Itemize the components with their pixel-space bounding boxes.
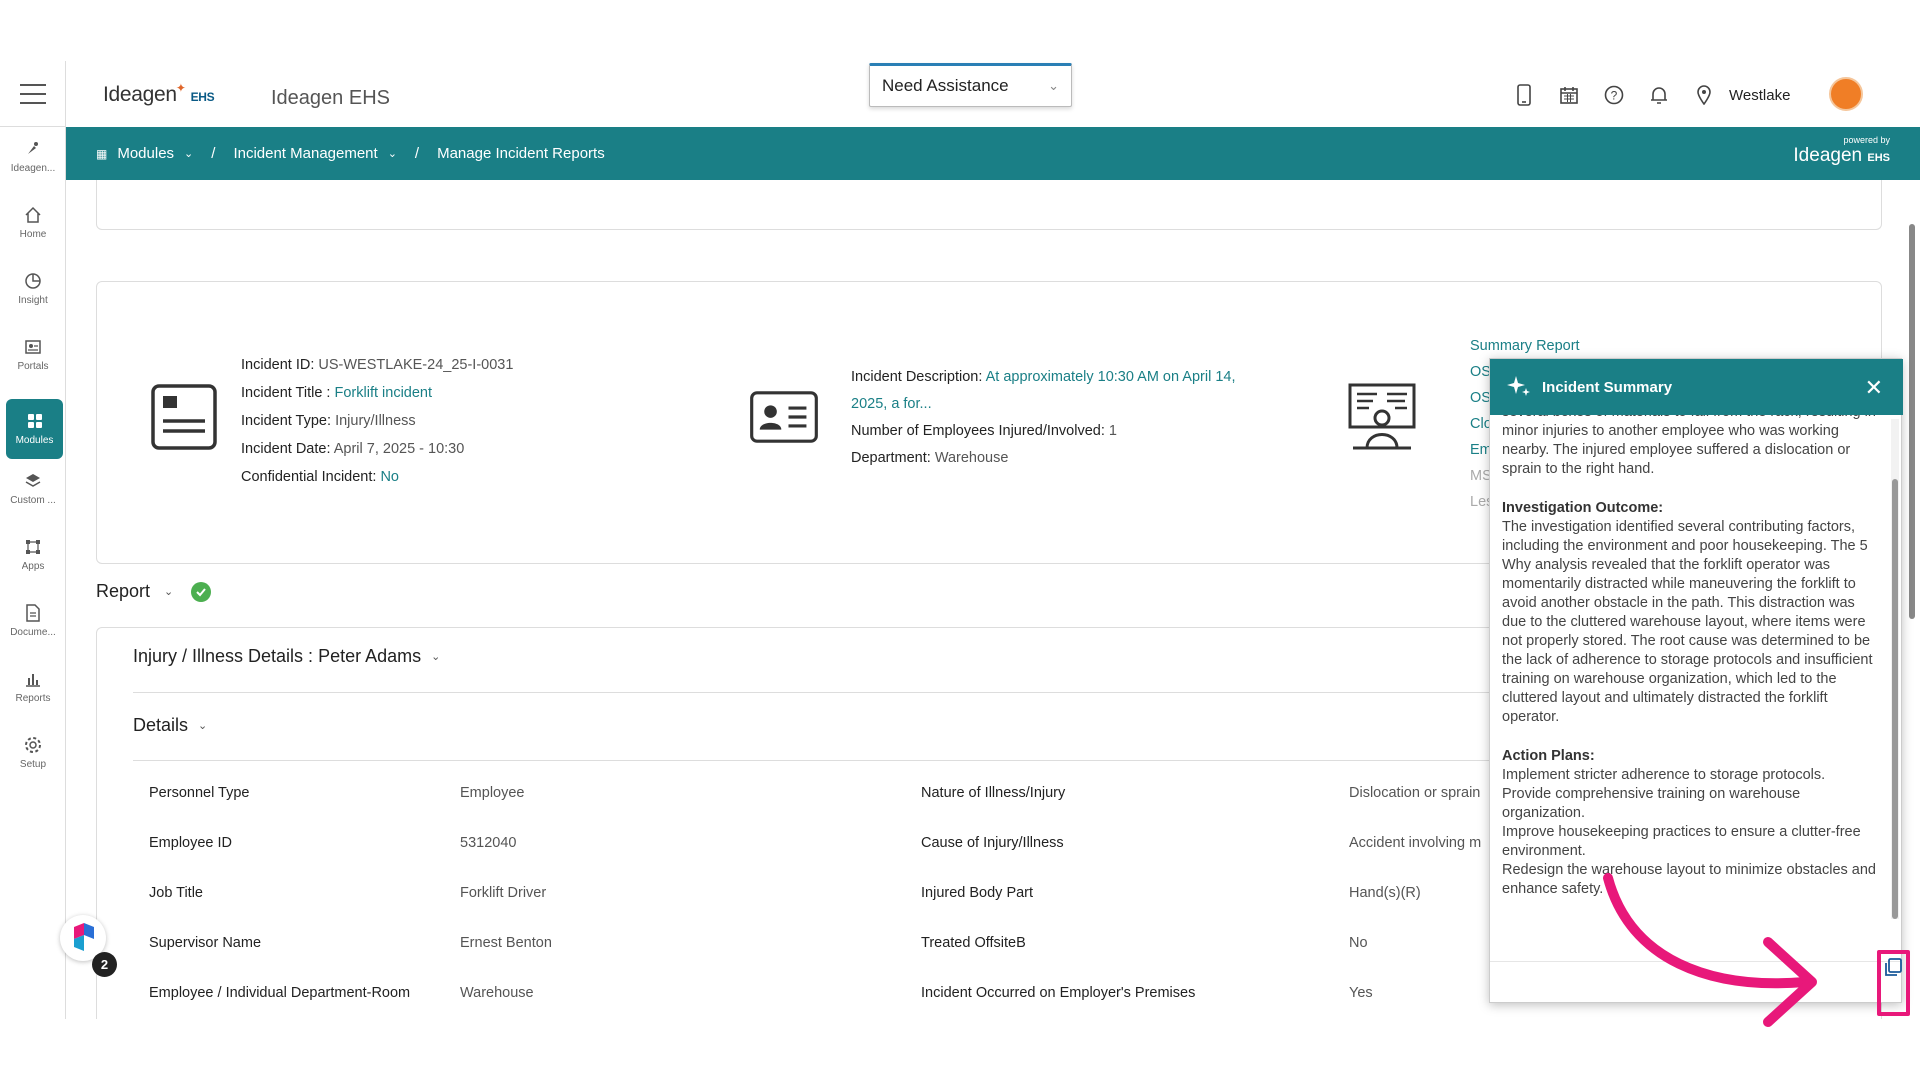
summary-intro: several boxes of materials to fall from … <box>1502 415 1876 477</box>
sidebar: Ideagen... Home Insight Portals Modules … <box>0 61 66 1019</box>
person-card-icon <box>749 382 819 452</box>
panel-scrollbar-thumb[interactable] <box>1892 479 1898 919</box>
sidebar-item-home[interactable]: Home <box>0 193 66 253</box>
panel-scrollbar[interactable] <box>1891 419 1899 919</box>
incident-info-left: Incident ID: US-WESTLAKE-24_25-I-0031 In… <box>241 357 514 485</box>
plans-heading: Action Plans: <box>1502 748 1595 764</box>
portal-icon <box>24 338 42 356</box>
mobile-icon[interactable] <box>1512 83 1536 107</box>
id-card-icon <box>149 382 219 452</box>
panel-body: several boxes of materials to fall from … <box>1502 415 1887 925</box>
list-item: Provide comprehensive training on wareho… <box>1502 786 1801 821</box>
close-icon[interactable]: ✕ <box>1865 375 1883 401</box>
bar-chart-icon <box>24 670 42 688</box>
sidebar-item-custom[interactable]: Custom ... <box>0 459 66 519</box>
incident-id: US-WESTLAKE-24_25-I-0031 <box>318 357 514 373</box>
bell-icon[interactable] <box>1647 83 1671 107</box>
details-toggle[interactable]: Details ⌄ <box>133 715 207 736</box>
app-window: { "header": { "logo_text": "Ideagen", "l… <box>0 0 1920 1080</box>
ideagen-icon <box>24 140 42 158</box>
injury-details-toggle[interactable]: Injury / Illness Details : Peter Adams ⌄ <box>133 646 440 667</box>
list-item: Improve housekeeping practices to ensure… <box>1502 824 1861 859</box>
breadcrumb-manage-incident-reports[interactable]: Manage Incident Reports <box>437 145 605 162</box>
outcome-text: The investigation identified several con… <box>1502 519 1873 725</box>
outcome-heading: Investigation Outcome: <box>1502 500 1664 516</box>
copy-icon <box>1885 958 1902 976</box>
breadcrumb-modules[interactable]: ▦ Modules ⌄ / <box>96 145 215 162</box>
breadcrumb-incident-management[interactable]: Incident Management ⌄ / <box>233 145 419 162</box>
home-icon <box>24 206 42 224</box>
document-icon <box>24 604 42 622</box>
header-actions: ? Westlake <box>1512 83 1830 107</box>
chevron-down-icon: ⌄ <box>164 586 174 598</box>
help-icon[interactable]: ? <box>1602 83 1626 107</box>
incident-title-link[interactable]: Forklift incident <box>335 385 433 401</box>
report-section-toggle[interactable]: Report ⌄ <box>96 581 212 602</box>
sidebar-item-modules[interactable]: Modules <box>6 399 63 459</box>
main-scrollbar-thumb[interactable] <box>1909 224 1915 619</box>
chevron-down-icon: ⌄ <box>387 148 397 160</box>
chevron-down-icon: ⌄ <box>431 651 441 663</box>
main-scrollbar[interactable] <box>1908 224 1916 984</box>
notification-count-badge: 2 <box>92 952 117 977</box>
check-circle-icon <box>191 581 212 602</box>
hamburger-icon <box>20 92 46 95</box>
incident-info-middle: Incident Description: At approximately 1… <box>851 369 1236 466</box>
gear-icon <box>24 736 42 754</box>
apps-icon <box>24 538 42 556</box>
incident-description-link[interactable]: At approximately 10:30 AM on April 14, <box>986 369 1236 385</box>
need-assistance-dropdown[interactable]: Need Assistance ⌄ <box>869 63 1072 107</box>
top-card <box>96 180 1882 230</box>
powered-by-logo: powered by Ideagen EHS <box>1793 135 1890 166</box>
panel-title: Incident Summary <box>1542 378 1673 396</box>
pointer-arrow <box>1603 873 1817 1027</box>
sidebar-item-ideagen[interactable]: Ideagen... <box>0 127 66 187</box>
chevron-down-icon: ⌄ <box>1048 78 1059 93</box>
svg-text:?: ? <box>1611 89 1618 103</box>
location-pin-icon[interactable] <box>1692 83 1716 107</box>
ai-sparkle-icon <box>1506 374 1532 404</box>
presentation-icon <box>1347 382 1417 452</box>
app-title: Ideagen EHS <box>271 87 390 109</box>
sidebar-item-insight[interactable]: Insight <box>0 259 66 319</box>
pie-chart-icon <box>24 272 42 290</box>
sidebar-item-documents[interactable]: Docume... <box>0 591 66 651</box>
breadcrumb: ▦ Modules ⌄ / Incident Management ⌄ / Manage … <box>66 127 1920 180</box>
copy-button[interactable] <box>1878 952 1908 982</box>
grid-icon: ▦ <box>96 146 108 161</box>
grid-icon <box>26 412 44 430</box>
list-item: Implement stricter adherence to storage … <box>1502 767 1826 783</box>
top-header: Ideagen✦EHS Ideagen EHS Need Assistance ⌄… <box>66 61 1920 127</box>
sidebar-item-apps[interactable]: Apps <box>0 525 66 585</box>
sidebar-item-reports[interactable]: Reports <box>0 657 66 717</box>
summary-report-link[interactable]: Summary Report <box>1470 333 1580 359</box>
location-label[interactable]: Westlake <box>1729 87 1790 104</box>
calendar-icon[interactable] <box>1557 83 1581 107</box>
logo-spark-icon: ✦ <box>175 81 186 95</box>
sidebar-item-setup[interactable]: Setup <box>0 723 66 783</box>
chevron-down-icon: ⌄ <box>198 720 208 732</box>
panel-header: Incident Summary ✕ <box>1490 359 1903 415</box>
sidebar-item-portals[interactable]: Portals <box>0 325 66 385</box>
ideagen-logo[interactable]: Ideagen✦EHS <box>103 81 215 107</box>
chevron-down-icon: ⌄ <box>184 148 194 160</box>
layers-icon <box>24 472 42 490</box>
hamburger-menu-button[interactable] <box>0 61 66 127</box>
user-avatar[interactable] <box>1829 77 1863 111</box>
